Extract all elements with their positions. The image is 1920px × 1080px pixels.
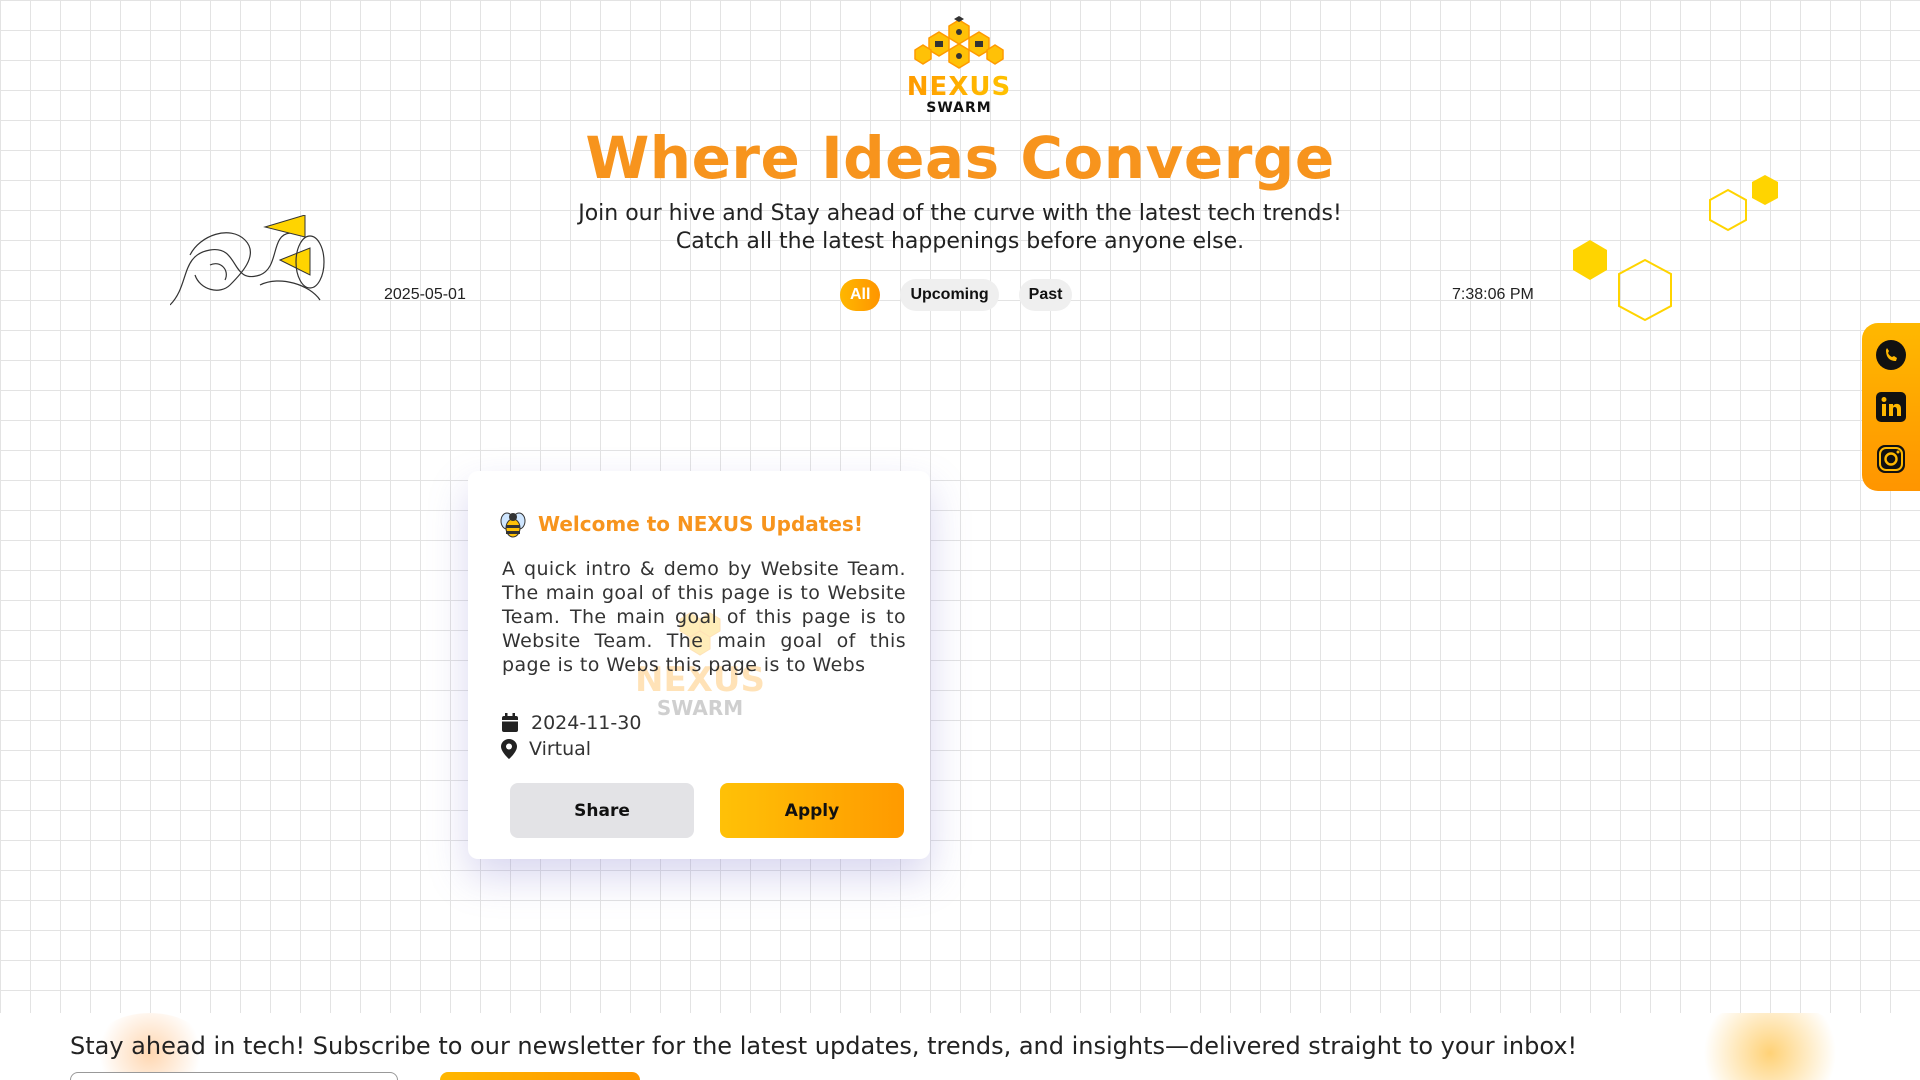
instagram-icon[interactable] [1872, 440, 1910, 478]
event-date-row: 2024-11-30 [501, 712, 641, 734]
calendar-icon [502, 713, 518, 732]
whatsapp-icon[interactable] [1872, 336, 1910, 374]
linkedin-icon[interactable] [1872, 388, 1910, 426]
event-card-header: Welcome to NEXUS Updates! [498, 509, 863, 539]
event-filter-tabs: All Upcoming Past [840, 279, 1073, 311]
location-pin-icon [501, 739, 517, 759]
filter-past-tab[interactable]: Past [1018, 279, 1073, 311]
event-date: 2024-11-30 [531, 712, 642, 734]
hive-logo-icon [914, 16, 1004, 69]
newsletter-email-input[interactable] [70, 1072, 398, 1080]
svg-text:SWARM: SWARM [657, 696, 743, 719]
honeycomb-decoration [1573, 175, 1778, 322]
current-time: 7:38:06 PM [1452, 286, 1534, 303]
filter-all-tab[interactable]: All [840, 279, 881, 311]
logo-subtext: SWARM [926, 100, 992, 116]
megaphone-sketch-illustration [170, 215, 325, 306]
nexus-swarm-logo: NEXUS SWARM [905, 16, 1013, 120]
filter-upcoming-tab[interactable]: Upcoming [900, 279, 999, 311]
newsletter-text: Stay ahead in tech! Subscribe to our new… [70, 1032, 1578, 1060]
event-location-row: Virtual [501, 738, 591, 760]
subscribe-button[interactable] [440, 1072, 640, 1080]
social-links-sidebar [1862, 323, 1920, 491]
event-card: NEXUS SWARM Welcome to NEXUS Updates! A … [468, 471, 930, 859]
logo-text: NEXUS [906, 72, 1012, 102]
footer-glow-decoration-right [1690, 1013, 1850, 1080]
current-date: 2025-05-01 [384, 286, 466, 303]
newsletter-footer: Stay ahead in tech! Subscribe to our new… [0, 1013, 1920, 1080]
share-button[interactable]: Share [510, 783, 694, 838]
bee-icon [500, 512, 526, 538]
event-title: Welcome to NEXUS Updates! [538, 512, 863, 536]
event-description: A quick intro & demo by Website Team. Th… [502, 558, 906, 676]
event-location: Virtual [529, 738, 592, 760]
apply-button[interactable]: Apply [720, 783, 904, 838]
